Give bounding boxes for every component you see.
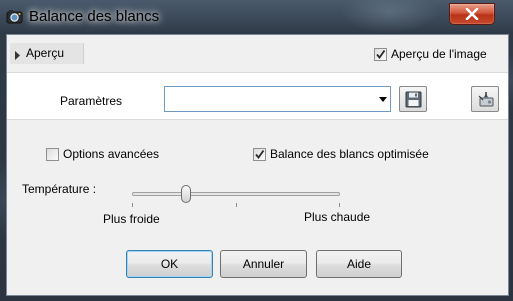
photo-app-icon: [6, 9, 23, 24]
slider-tick: [132, 203, 133, 207]
close-icon: [465, 8, 479, 20]
ok-button[interactable]: OK: [126, 250, 213, 278]
dialog-window: Balance des blancs Aperçu Aperçu de l'im…: [0, 0, 513, 301]
image-preview-checkbox[interactable]: [374, 48, 387, 61]
close-button[interactable]: [449, 3, 495, 25]
parameters-label: Paramètres: [60, 94, 123, 108]
optimized-balance-label: Balance des blancs optimisée: [270, 147, 429, 161]
title-bar[interactable]: Balance des blancs: [0, 0, 513, 34]
checkmark-icon: [255, 149, 265, 159]
divider: [7, 119, 508, 120]
dialog-client-area: Aperçu Aperçu de l'image Paramètres Opti…: [6, 34, 509, 296]
advanced-options-checkbox[interactable]: [46, 148, 59, 161]
import-preset-button[interactable]: [471, 86, 499, 112]
slider-tick: [236, 203, 237, 207]
cancel-button[interactable]: Annuler: [220, 250, 307, 278]
temperature-max-label: Plus chaude: [304, 210, 371, 224]
chevron-down-icon: [379, 97, 387, 102]
checkmark-icon: [376, 49, 386, 59]
slider-tick: [339, 203, 340, 207]
temperature-label: Température :: [22, 182, 97, 196]
preview-toggle[interactable]: Aperçu: [10, 43, 84, 64]
floppy-disk-icon: [405, 91, 422, 108]
optimized-balance-checkbox[interactable]: [253, 148, 266, 161]
save-preset-button[interactable]: [399, 86, 427, 112]
advanced-options-label: Options avancées: [63, 147, 160, 161]
import-preset-icon: [478, 92, 494, 107]
triangle-right-icon: [15, 49, 21, 63]
window-title: Balance des blancs: [29, 8, 160, 25]
temperature-slider-thumb[interactable]: [181, 185, 192, 203]
image-preview-label: Aperçu de l'image: [391, 47, 487, 61]
help-button[interactable]: Aide: [316, 250, 402, 278]
temperature-slider-track[interactable]: [132, 192, 340, 196]
parameters-dropdown-button[interactable]: [376, 87, 390, 111]
parameters-combobox[interactable]: [164, 86, 391, 112]
temperature-min-label: Plus froide: [103, 212, 160, 226]
preview-toggle-label: Aperçu: [26, 46, 65, 60]
